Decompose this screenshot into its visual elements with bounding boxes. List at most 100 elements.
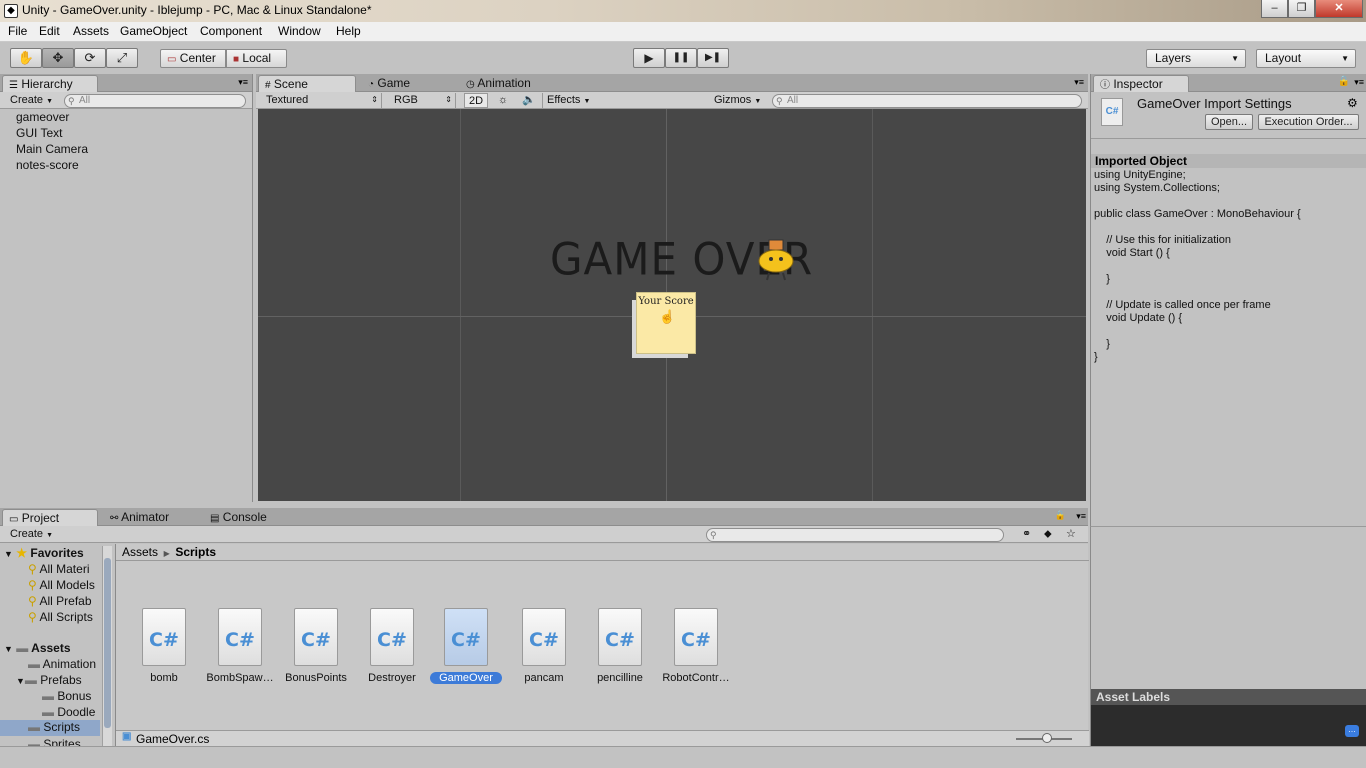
scene-search-input[interactable]: ⚲ All <box>772 94 1082 108</box>
close-button[interactable]: ✕ <box>1315 0 1363 18</box>
rotate-tool-icon[interactable]: ⟳ <box>74 48 106 68</box>
pause-button[interactable]: ❚❚ <box>665 48 697 68</box>
console-tab-label: Console <box>222 510 267 524</box>
tab-console[interactable]: ▤ Console <box>204 509 273 526</box>
script-file-icon: C# <box>1101 98 1123 126</box>
title-bar: ◆ Unity - GameOver.unity - Iblejump - PC… <box>0 0 1366 22</box>
asset-item[interactable]: C# pencilline <box>584 608 656 684</box>
audio-toggle-icon[interactable]: 🔈 <box>518 93 540 108</box>
asset-item[interactable]: C# BombSpaw… <box>204 608 276 684</box>
menu-help[interactable]: Help <box>334 24 363 38</box>
filter-by-label-icon[interactable]: ⬥ <box>1040 527 1056 542</box>
favorite-label: All Prefab <box>39 594 92 608</box>
tab-hierarchy[interactable]: ☰ Hierarchy <box>2 75 98 92</box>
folder-item-scripts[interactable]: ▬ Scripts <box>0 720 100 736</box>
tab-project[interactable]: ▭ Project <box>2 509 98 526</box>
lock-icon[interactable]: 🔒 <box>1055 510 1066 521</box>
breadcrumb-assets[interactable]: Assets <box>122 545 158 559</box>
folder-item-sprites[interactable]: ▬ Sprites <box>28 737 81 746</box>
panel-menu-icon[interactable]: ▾≡ <box>1076 511 1086 522</box>
main-toolbar: ✋ ✥ ⟳ ⤢ ▭ Center ■ Local ▶ ❚❚ ▶❚ Layers … <box>0 42 1366 74</box>
play-button[interactable]: ▶ <box>633 48 665 68</box>
panel-menu-icon[interactable]: ▾≡ <box>238 77 248 88</box>
lock-icon[interactable]: 🔒 <box>1338 76 1350 87</box>
tab-animator[interactable]: ⚯ Animator <box>104 509 175 526</box>
project-create-button[interactable]: Create ▼ <box>6 527 57 542</box>
hierarchy-item-gui-text[interactable]: GUI Text <box>16 126 62 140</box>
inspector-tab-label: Inspector <box>1113 77 1163 91</box>
assets-root[interactable]: ▼ ▬ Assets <box>4 641 71 655</box>
panel-menu-icon[interactable]: ▾≡ <box>1354 77 1364 88</box>
hierarchy-create-button[interactable]: Create ▼ <box>6 93 57 108</box>
hierarchy-search-input[interactable]: ⚲ All <box>64 94 246 108</box>
asset-item[interactable]: C# bomb <box>128 608 200 684</box>
gizmos-dropdown[interactable]: Gizmos ▼ <box>710 93 765 108</box>
render-mode-dropdown[interactable]: RGB ⇕ <box>390 93 456 108</box>
folder-item-prefabs[interactable]: ▼▬ Prefabs <box>16 673 82 687</box>
asset-item[interactable]: C# RobotContr… <box>660 608 732 684</box>
unity-logo-icon: ◆ <box>4 4 18 18</box>
menu-window[interactable]: Window <box>276 24 323 38</box>
shading-mode-dropdown[interactable]: Textured ⇕ <box>262 93 382 108</box>
hand-tool-icon[interactable]: ✋ <box>10 48 42 68</box>
filter-by-type-icon[interactable]: ⚭ <box>1018 527 1035 542</box>
favorites-header[interactable]: ▼ ★ Favorites <box>4 546 84 560</box>
pivot-center-toggle[interactable]: ▭ Center <box>160 49 226 68</box>
minimize-button[interactable]: – <box>1261 0 1288 18</box>
layout-label: Layout <box>1265 51 1302 65</box>
tree-scrollbar[interactable] <box>102 546 112 746</box>
hierarchy-item-notes-score[interactable]: notes-score <box>16 158 79 172</box>
tab-inspector[interactable]: ⓘ Inspector <box>1093 75 1189 92</box>
favorite-item[interactable]: ⚲ All Scripts <box>28 610 93 624</box>
asset-item[interactable]: C# BonusPoints <box>280 608 352 684</box>
tab-animation[interactable]: ◷ Animation <box>460 75 537 92</box>
tab-scene[interactable]: # Scene <box>258 75 356 92</box>
folder-item-doodle[interactable]: ▬ Doodle <box>42 705 95 719</box>
effects-dropdown[interactable]: Effects ▼ <box>542 93 594 108</box>
hierarchy-panel: ☰ Hierarchy ▾≡ Create ▼ ⚲ All gameover G… <box>0 74 253 502</box>
step-button[interactable]: ▶❚ <box>697 48 729 68</box>
robot-character-sprite[interactable] <box>755 237 797 283</box>
favorite-item[interactable]: ⚲ All Materi <box>28 562 89 576</box>
project-search-input[interactable]: ⚲ <box>706 528 1004 542</box>
zoom-slider-handle[interactable] <box>1042 733 1052 743</box>
create-label: Create <box>10 94 44 106</box>
menu-assets[interactable]: Assets <box>71 24 111 38</box>
score-note-sprite[interactable]: Your Score ☝ <box>636 292 696 354</box>
execution-order-button[interactable]: Execution Order... <box>1258 114 1359 130</box>
scale-tool-icon[interactable]: ⤢ <box>106 48 138 68</box>
pivot-local-toggle[interactable]: ■ Local <box>226 49 287 68</box>
menu-file[interactable]: File <box>6 24 29 38</box>
move-tool-icon[interactable]: ✥ <box>42 48 74 68</box>
favorite-item[interactable]: ⚲ All Models <box>28 578 95 592</box>
hierarchy-item-gameover[interactable]: gameover <box>16 110 69 124</box>
folder-icon: ▬ <box>42 689 54 703</box>
2d-mode-toggle[interactable]: 2D <box>464 93 489 108</box>
scrollbar-thumb[interactable] <box>104 558 111 728</box>
favorite-item[interactable]: ⚲ All Prefab <box>28 594 92 608</box>
label-tag-icon[interactable]: … <box>1345 725 1359 737</box>
updown-icon: ⇕ <box>371 95 378 104</box>
gear-icon[interactable]: ⚙ <box>1347 96 1358 110</box>
layers-dropdown[interactable]: Layers ▼ <box>1146 49 1246 68</box>
layout-dropdown[interactable]: Layout ▼ <box>1256 49 1356 68</box>
folder-item-animation[interactable]: ▬ Animation <box>28 657 96 671</box>
open-button[interactable]: Open... <box>1205 114 1253 130</box>
lighting-toggle-icon[interactable]: ☼ <box>494 93 512 108</box>
menu-component[interactable]: Component <box>198 24 264 38</box>
hierarchy-item-main-camera[interactable]: Main Camera <box>16 142 88 156</box>
asset-item[interactable]: C# Destroyer <box>356 608 428 684</box>
search-icon: ⚲ <box>28 562 37 576</box>
tab-game[interactable]: ◔ Game <box>362 75 416 92</box>
menu-edit[interactable]: Edit <box>37 24 62 38</box>
folder-item-bonus[interactable]: ▬ Bonus <box>42 689 91 703</box>
favorite-star-icon[interactable]: ☆ <box>1062 527 1080 542</box>
menu-gameobject[interactable]: GameObject <box>118 24 189 38</box>
breadcrumb-scripts[interactable]: Scripts <box>175 545 216 559</box>
asset-item-selected[interactable]: C# GameOver <box>430 608 502 684</box>
script-file-icon: C# <box>598 608 642 666</box>
asset-item[interactable]: C# pancam <box>508 608 580 684</box>
maximize-button[interactable]: ❐ <box>1288 0 1315 18</box>
panel-menu-icon[interactable]: ▾≡ <box>1074 77 1084 88</box>
scene-viewport[interactable]: GAME OVER Your Score ☝ <box>258 109 1086 501</box>
